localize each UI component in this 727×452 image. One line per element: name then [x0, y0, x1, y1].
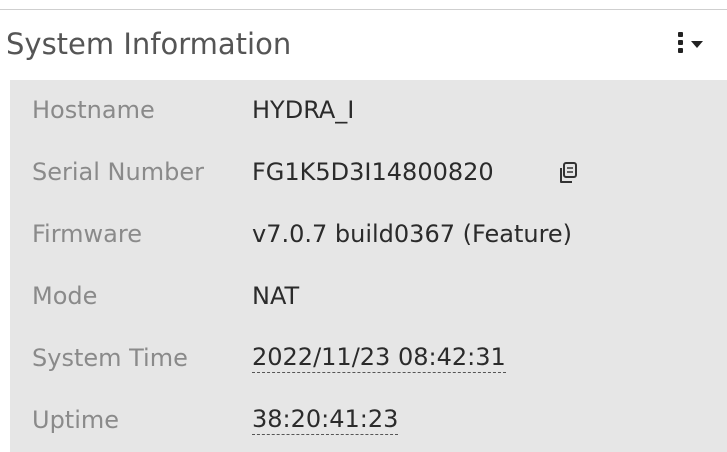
copy-icon[interactable]	[556, 160, 582, 186]
row-serial-number: Serial Number FG1K5D3I14800820	[10, 142, 727, 204]
system-information-widget: System Information Hostname HYDRA_I Seri…	[0, 0, 727, 452]
hostname-value: HYDRA_I	[252, 96, 355, 124]
mode-value: NAT	[252, 282, 300, 310]
uptime-value[interactable]: 38:20:41:23	[252, 404, 399, 435]
uptime-label: Uptime	[32, 406, 120, 434]
hostname-label: Hostname	[32, 96, 155, 124]
firmware-label: Firmware	[32, 220, 142, 248]
mode-label: Mode	[32, 282, 98, 310]
row-hostname: Hostname HYDRA_I	[10, 80, 727, 142]
chevron-down-icon	[691, 41, 703, 48]
widget-header: System Information	[0, 10, 727, 80]
firmware-value: v7.0.7 build0367 (Feature)	[252, 220, 573, 248]
row-firmware: Firmware v7.0.7 build0367 (Feature)	[10, 204, 727, 266]
serial-number-label: Serial Number	[32, 158, 204, 186]
system-info-table: Hostname HYDRA_I Serial Number FG1K5D3I1…	[10, 80, 727, 452]
widget-menu-button[interactable]	[666, 25, 716, 59]
row-mode: Mode NAT	[10, 266, 727, 328]
row-system-time: System Time 2022/11/23 08:42:31	[10, 328, 727, 390]
vertical-ellipsis-icon	[678, 32, 684, 54]
widget-title: System Information	[6, 27, 292, 61]
system-time-value[interactable]: 2022/11/23 08:42:31	[252, 342, 506, 373]
serial-number-value: FG1K5D3I14800820	[252, 158, 494, 186]
row-uptime: Uptime 38:20:41:23	[10, 390, 727, 452]
system-time-label: System Time	[32, 344, 188, 372]
